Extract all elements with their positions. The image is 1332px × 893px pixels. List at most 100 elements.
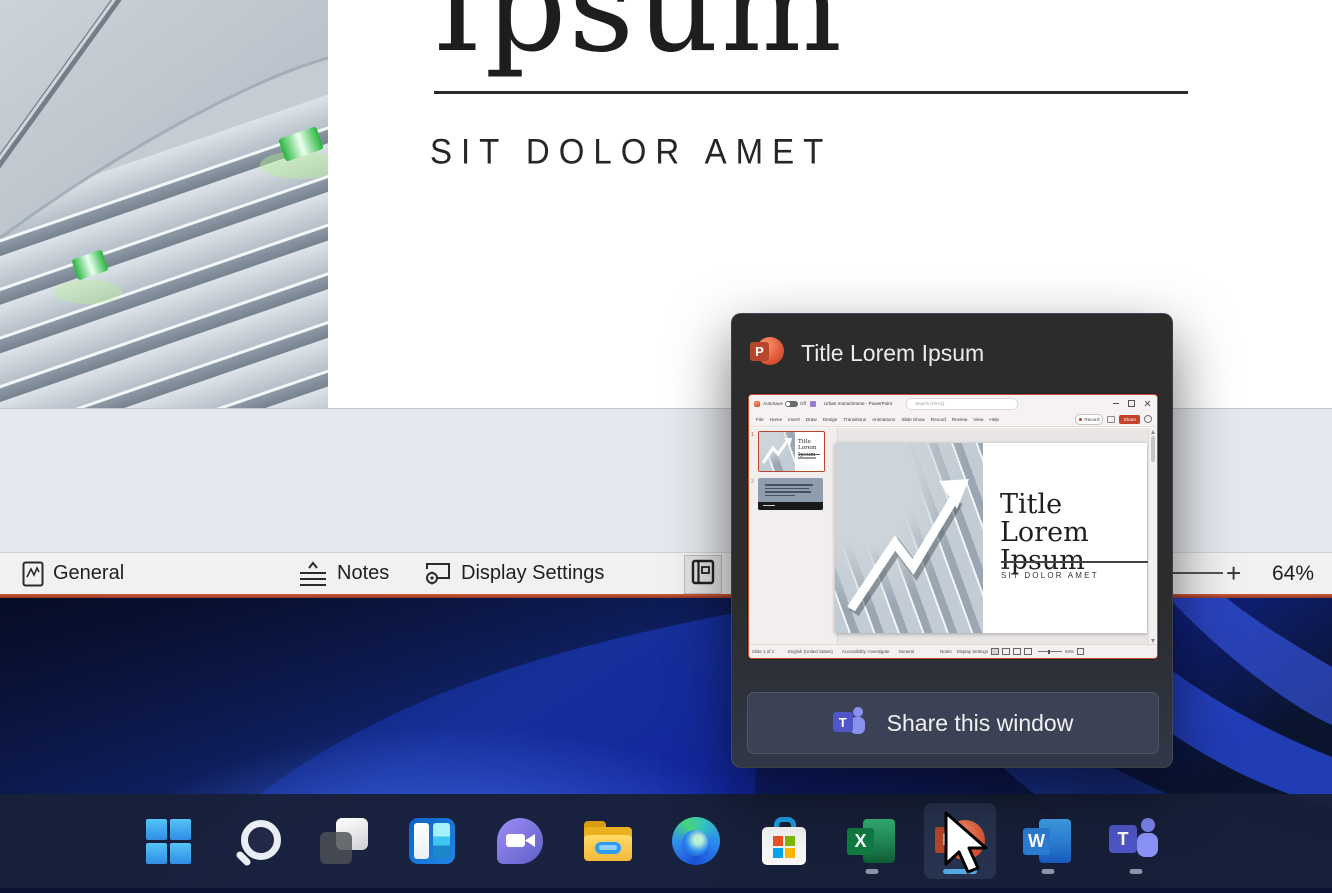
thumb-general: General [898,649,914,654]
thumb-tab: Transitions [843,417,866,422]
preview-window-title: Title Lorem Ipsum [801,340,984,367]
thumb-document-title: Urban monochrome - PowerPoint [824,401,892,406]
taskbar-teams-button[interactable]: T [1100,803,1172,879]
thumb-autosave-toggle [785,401,798,407]
thumb-save-icon [810,401,816,407]
thumb-ribbon-right: Record Share [1075,414,1157,425]
notes-button[interactable]: Notes [298,553,389,594]
notes-label: Notes [337,562,389,585]
thumb-search-box: Search (Alt+Q) [906,398,1018,410]
edge-icon [672,817,720,865]
taskbar: X P W T [0,794,1332,888]
thumb-slide-subtitle: SIT DOLOR AMET [1001,571,1099,580]
thumb-slide1: Title LoremIpsum [758,431,825,472]
taskbar-excel-button[interactable]: X [836,803,908,879]
taskbar-start-button[interactable] [132,803,204,879]
windows-start-icon [146,819,191,864]
thumb-body: 1 Title LoremIpsum 2 [749,428,1157,645]
minimize-icon [1113,403,1119,404]
thumb-accessibility: Accessibility: Investigate [842,649,890,654]
share-this-window-button[interactable]: T Share this window [747,692,1159,754]
taskbar-file-explorer-button[interactable] [572,803,644,879]
thumb-tab: Record [931,417,946,422]
thumb-main-slide: Title LoremIpsum SIT DOLOR AMET [835,443,1147,633]
slide-divider-line[interactable] [434,91,1188,94]
notes-icon [298,560,328,588]
thumb-share-button: Share [1119,415,1140,424]
thumb-window-controls [1113,400,1157,407]
thumb-slide-panel: 1 Title LoremIpsum 2 [749,428,838,645]
taskbar-edge-button[interactable] [660,803,732,879]
display-settings-icon [424,561,452,587]
taskbar-task-view-button[interactable] [308,803,380,879]
thumb-tab: Insert [788,417,800,422]
taskbar-word-button[interactable]: W [1012,803,1084,879]
thumb-slide-title: Title LoremIpsum [1000,491,1147,575]
thumb-tab: Animations [872,417,895,422]
zoom-slider[interactable] [1166,572,1223,574]
thumb-tab: Home [770,417,783,422]
thumb-comments-icon [1107,416,1115,423]
taskbar-chat-button[interactable] [484,803,556,879]
reading-view-icon [691,559,715,591]
thumb-slide-image [835,443,983,633]
thumb-slide1-number: 1 [751,432,754,438]
thumb-autosave-label: AutoSave [763,401,783,406]
thumb-tab: Review [952,417,967,422]
thumb-slide2-number: 2 [751,479,754,485]
thumb-tab: View [973,417,983,422]
taskbar-widgets-button[interactable] [396,803,468,879]
thumb-tab: File [756,417,764,422]
powerpoint-icon: P [750,336,784,370]
chat-icon [497,818,543,864]
maximize-icon [1128,400,1135,407]
taskbar-search-button[interactable] [220,803,292,879]
zoom-level[interactable]: 64% [1272,553,1314,594]
thumb-notes: Notes [940,649,951,654]
thumb-tab: Slide Show [901,417,924,422]
taskbar-preview-popup: P Title Lorem Ipsum AutoSave Off Urban m… [731,313,1173,768]
thumb-tab: Design [823,417,838,422]
thumb-tab: Draw [806,417,817,422]
thumb-slide2 [758,478,823,510]
window-thumbnail[interactable]: AutoSave Off Urban monochrome - PowerPoi… [748,394,1158,659]
thumb-scrollbar [1148,428,1157,645]
slide-title: Ipsum [432,0,844,71]
preview-header: P Title Lorem Ipsum [750,336,984,370]
file-explorer-icon [584,819,632,863]
search-icon [233,818,279,864]
thumb-feedback-icon [1144,415,1152,423]
thumb-language: English (United States) [788,649,833,654]
share-button-label: Share this window [887,710,1074,737]
teams-icon: T [1109,818,1163,864]
slide-stairs-image[interactable] [0,0,328,408]
taskbar-store-button[interactable] [748,803,820,879]
thumb-titlebar: AutoSave Off Urban monochrome - PowerPoi… [749,395,1157,412]
display-settings-label: Display Settings [461,562,604,585]
widgets-icon [409,818,455,864]
thumb-app-icon [754,401,760,407]
teams-icon: T [833,707,869,739]
thumb-autosave-state: Off [800,401,806,406]
word-icon: W [1023,817,1073,865]
thumb-display-settings: Display Settings [957,649,988,654]
thumb-slide-divider [1001,561,1151,563]
slide-subtitle[interactable]: SIT DOLOR AMET [430,132,832,172]
task-view-icon [320,818,368,864]
thumb-fit-icon [1077,648,1084,655]
thumb-zoom-level: 64% [1065,649,1074,654]
thumb-ribbon-tabs: File Home Insert Draw Design Transitions… [749,412,1157,427]
close-icon [1144,401,1150,407]
zoom-in-button[interactable]: + [1226,553,1241,594]
mouse-cursor [944,811,990,880]
thumb-tab: Help [989,417,999,422]
thumb-record-button: Record [1075,414,1103,425]
sensitivity-label-icon [22,561,44,587]
thumb-slide-indicator: Slide 1 of 2 [752,649,774,654]
display-settings-button[interactable]: Display Settings [424,553,604,594]
microsoft-store-icon [762,817,806,865]
slide-title-cropped[interactable]: Ipsum [428,0,868,86]
sensitivity-general-button[interactable]: General [22,553,124,594]
reading-view-button[interactable] [684,555,722,594]
excel-icon: X [847,817,897,865]
